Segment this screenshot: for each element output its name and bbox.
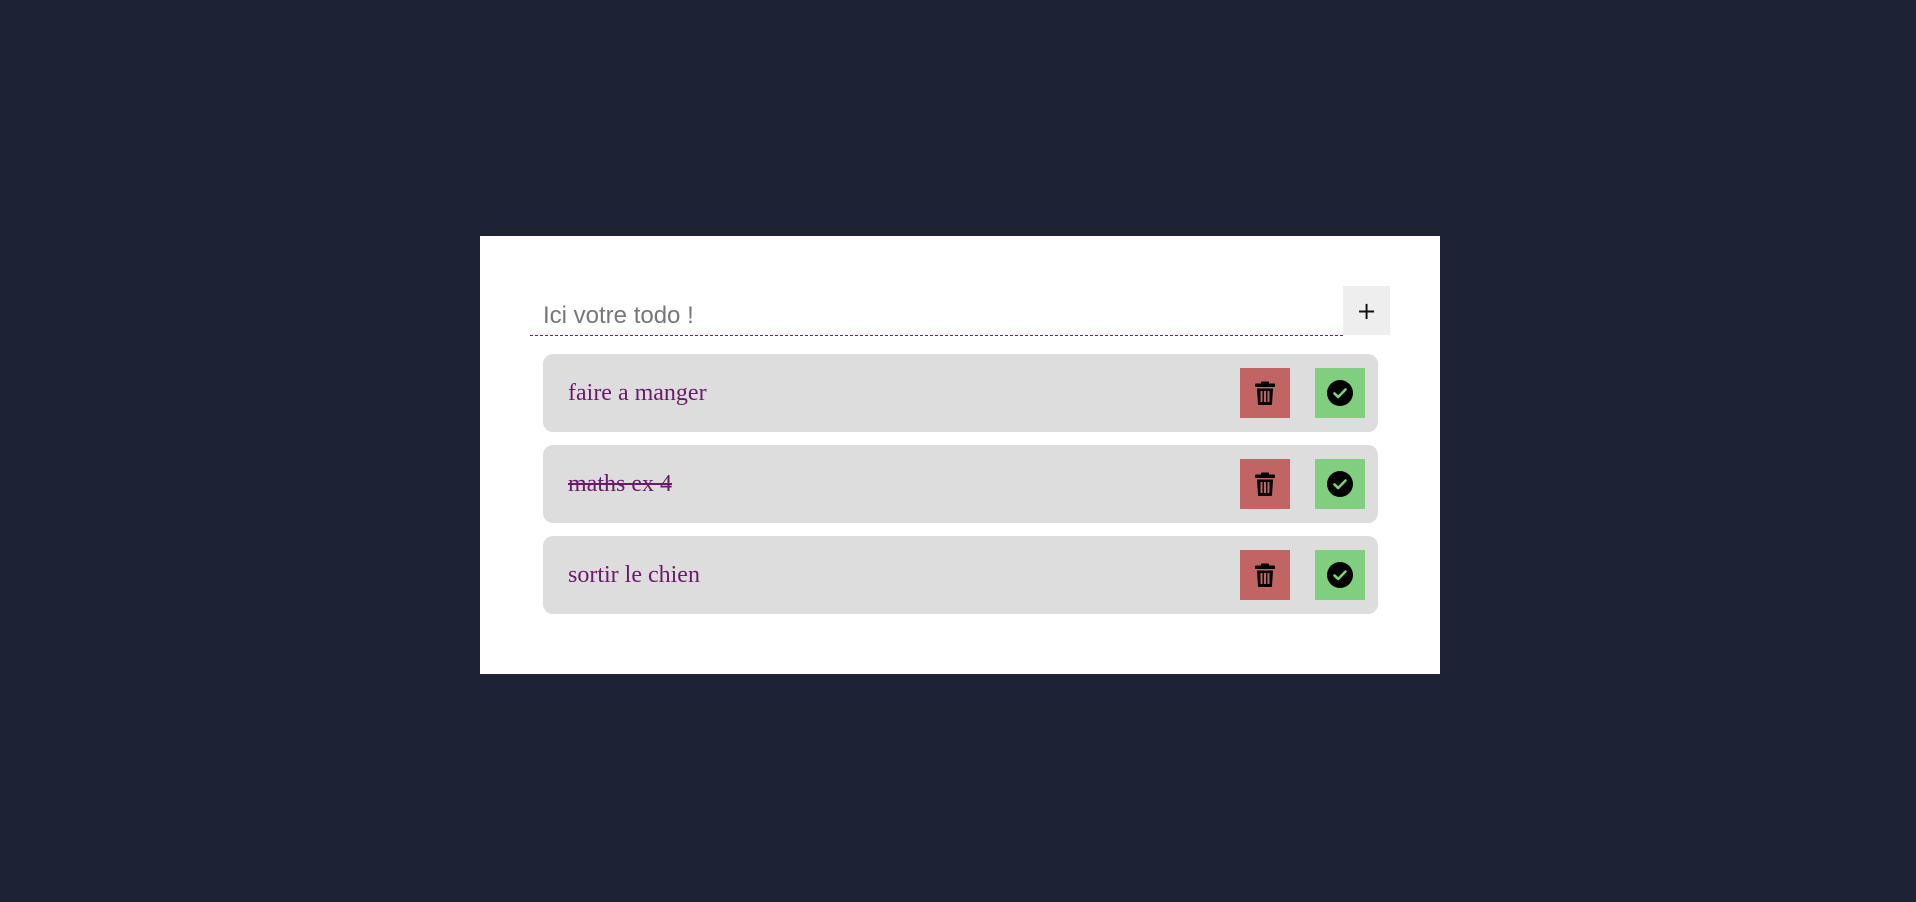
trash-icon <box>1255 563 1275 587</box>
complete-button[interactable] <box>1315 459 1365 509</box>
delete-button[interactable] <box>1240 459 1290 509</box>
delete-button[interactable] <box>1240 368 1290 418</box>
todo-list: faire a manger maths ex 4 sortir le chie… <box>543 354 1378 627</box>
todo-item: sortir le chien <box>543 536 1378 614</box>
trash-icon <box>1255 472 1275 496</box>
todo-card: + faire a manger <box>480 236 1440 674</box>
todo-text[interactable]: sortir le chien <box>568 536 700 614</box>
todo-form: + <box>530 286 1390 336</box>
add-todo-button[interactable]: + <box>1343 286 1390 335</box>
check-circle-icon <box>1327 471 1353 497</box>
todo-input[interactable] <box>530 286 1343 336</box>
check-circle-icon <box>1327 562 1353 588</box>
trash-icon <box>1255 381 1275 405</box>
delete-button[interactable] <box>1240 550 1290 600</box>
complete-button[interactable] <box>1315 550 1365 600</box>
check-circle-icon <box>1327 380 1353 406</box>
todo-item: maths ex 4 <box>543 445 1378 523</box>
complete-button[interactable] <box>1315 368 1365 418</box>
todo-text[interactable]: maths ex 4 <box>568 445 672 523</box>
todo-text[interactable]: faire a manger <box>568 354 707 432</box>
todo-item: faire a manger <box>543 354 1378 432</box>
